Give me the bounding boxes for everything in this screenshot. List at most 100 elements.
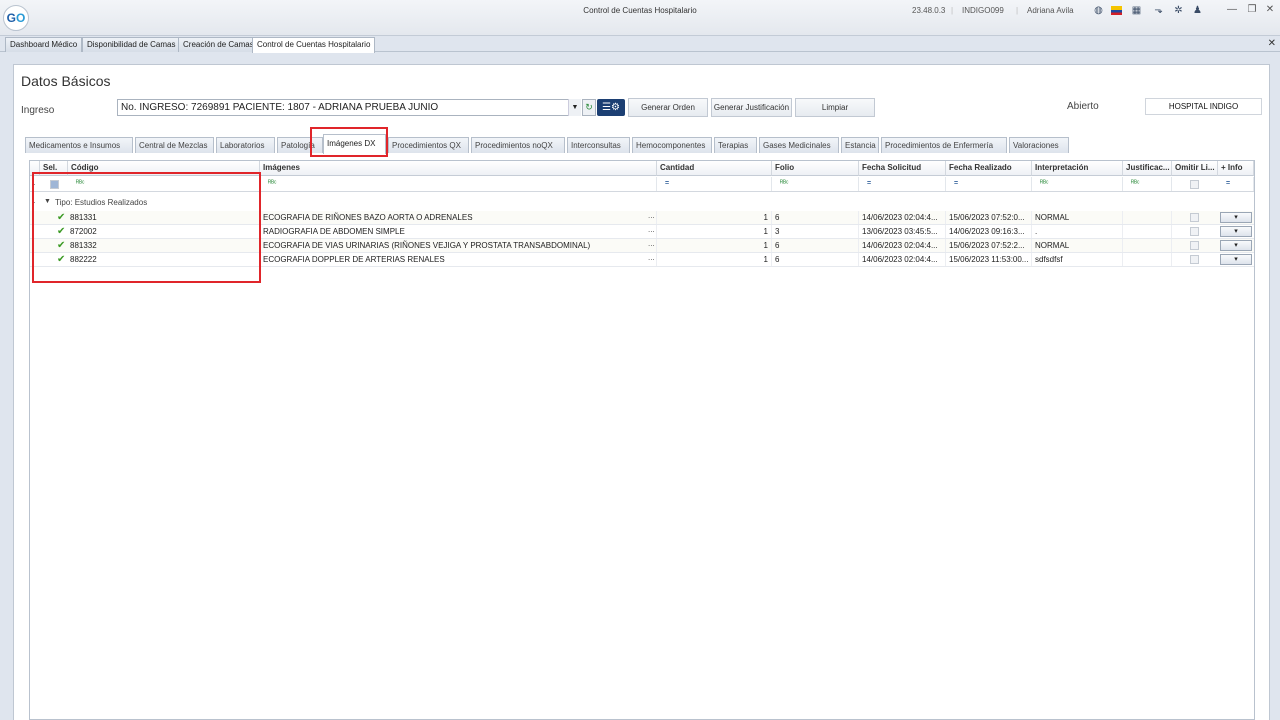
close-tab-icon[interactable]: ✕: [1268, 38, 1276, 49]
globe-icon[interactable]: ◍: [1093, 5, 1104, 16]
ellipsis-button[interactable]: ...: [648, 211, 655, 220]
generar-orden-button[interactable]: Generar Orden: [628, 98, 708, 117]
info-dropdown-button[interactable]: ▾: [1220, 226, 1252, 237]
chevron-down-icon[interactable]: ▼: [568, 99, 581, 116]
tab-estancia[interactable]: Estancia: [841, 137, 879, 153]
estado-label: Abierto: [1067, 101, 1099, 112]
filter-justificacion[interactable]: ᴿᴮᶜ: [1123, 177, 1172, 191]
select-all-checkbox[interactable]: [50, 180, 59, 189]
cell-codigo: 872002: [68, 225, 260, 238]
filter-fecha-realizado[interactable]: =: [946, 177, 1032, 191]
refresh-icon[interactable]: ↻: [582, 99, 596, 116]
filter-omitir[interactable]: [1190, 180, 1199, 189]
main-tab-bar: Dashboard Médico Disponibilidad de Camas…: [0, 36, 1280, 53]
section-title: Datos Básicos: [21, 73, 111, 89]
omitir-checkbox[interactable]: [1190, 255, 1199, 264]
tab-gases-medicinales[interactable]: Gases Medicinales: [759, 137, 839, 153]
cell-cantidad: 1: [657, 225, 772, 238]
info-dropdown-button[interactable]: ▾: [1220, 254, 1252, 265]
tab-control-cuentas[interactable]: Control de Cuentas Hospitalario: [252, 37, 376, 53]
filter-fecha-solicitud[interactable]: =: [859, 177, 946, 191]
ellipsis-button[interactable]: ...: [648, 253, 655, 262]
cell-fecha-solicitud: 14/06/2023 02:04:4...: [859, 253, 946, 266]
list-settings-button[interactable]: ☰⚙: [597, 99, 625, 116]
cell-folio: 6: [772, 211, 859, 224]
filter-imagenes[interactable]: ᴿᴮᶜ: [260, 177, 657, 191]
filter-cantidad[interactable]: =: [657, 177, 772, 191]
tab-creacion-camas[interactable]: Creación de Camas: [178, 37, 259, 52]
app-logo[interactable]: GO: [3, 5, 29, 31]
restore-icon[interactable]: ❐: [1246, 4, 1258, 16]
check-icon[interactable]: ✔: [57, 226, 65, 237]
status-user: Adriana Avila: [1027, 6, 1074, 15]
tab-valoraciones[interactable]: Valoraciones: [1009, 137, 1069, 153]
filter-interpretacion[interactable]: ᴿᴮᶜ: [1032, 177, 1123, 191]
tab-procedimientos-enfermeria[interactable]: Procedimientos de Enfermería: [881, 137, 1007, 153]
generar-justificacion-button[interactable]: Generar Justificación: [711, 98, 792, 117]
ellipsis-button[interactable]: ...: [648, 239, 655, 248]
col-imagenes[interactable]: Imágenes: [260, 161, 657, 176]
check-icon[interactable]: ✔: [57, 254, 65, 265]
col-sel[interactable]: Sel.: [40, 161, 68, 176]
cell-fecha-realizado: 15/06/2023 07:52:2...: [946, 239, 1032, 252]
table-row[interactable]: ✔ 881332 ECOGRAFIA DE VIAS URINARIAS (RIÑO…: [30, 239, 1254, 253]
col-fecha-solicitud[interactable]: Fecha Solicitud: [859, 161, 946, 176]
tab-central-mezclas[interactable]: Central de Mezclas: [135, 137, 214, 153]
col-folio[interactable]: Folio: [772, 161, 859, 176]
limpiar-button[interactable]: Limpiar: [795, 98, 875, 117]
check-icon[interactable]: ✔: [57, 240, 65, 251]
tab-laboratorios[interactable]: Laboratorios: [216, 137, 275, 153]
cell-imagen: ECOGRAFIA DE VIAS URINARIAS (RIÑONES VEJ…: [260, 239, 657, 252]
info-dropdown-button[interactable]: ▾: [1220, 212, 1252, 223]
keyboard-icon[interactable]: ▦: [1131, 5, 1142, 16]
cell-justificacion[interactable]: [1123, 225, 1172, 238]
table-row[interactable]: ✔ 881331 ECOGRAFIA DE RIÑONES BAZO AORTA O…: [30, 211, 1254, 225]
chevron-down-icon[interactable]: ▼: [44, 198, 51, 205]
group-row[interactable]: ▸ ▼ Tipo: Estudios Realizados: [30, 198, 1254, 210]
cell-interpretacion: NORMAL: [1032, 239, 1123, 252]
col-info[interactable]: + Info: [1218, 161, 1254, 176]
cell-fecha-realizado: 14/06/2023 09:16:3...: [946, 225, 1032, 238]
cell-justificacion[interactable]: [1123, 211, 1172, 224]
col-fecha-realizado[interactable]: Fecha Realizado: [946, 161, 1032, 176]
cell-interpretacion: NORMAL: [1032, 211, 1123, 224]
close-window-icon[interactable]: ✕: [1264, 4, 1276, 16]
omitir-checkbox[interactable]: [1190, 241, 1199, 250]
cell-justificacion[interactable]: [1123, 239, 1172, 252]
cell-justificacion[interactable]: [1123, 253, 1172, 266]
col-cantidad[interactable]: Cantidad: [657, 161, 772, 176]
check-icon[interactable]: ✔: [57, 212, 65, 223]
tab-dashboard-medico[interactable]: Dashboard Médico: [5, 37, 83, 52]
notification-icon[interactable]: ⬎: [1153, 5, 1164, 16]
ingreso-select[interactable]: No. INGRESO: 7269891 PACIENTE: 1807 - AD…: [117, 99, 581, 116]
col-omitir[interactable]: Omitir Li...: [1172, 161, 1218, 176]
col-interpretacion[interactable]: Interpretación: [1032, 161, 1123, 176]
users-icon[interactable]: ♟: [1192, 5, 1203, 16]
title-bar: GO Control de Cuentas Hospitalario 23.48…: [0, 0, 1280, 36]
info-dropdown-button[interactable]: ▾: [1220, 240, 1252, 251]
table-row[interactable]: ✔ 872002 RADIOGRAFIA DE ABDOMEN SIMPLE 1 3 13…: [30, 225, 1254, 239]
tab-patologia[interactable]: Patología: [277, 137, 323, 153]
tab-disponibilidad-camas[interactable]: Disponibilidad de Camas: [82, 37, 181, 52]
col-justificacion[interactable]: Justificac...: [1123, 161, 1172, 176]
tab-procedimientos-qx[interactable]: Procedimientos QX: [388, 137, 469, 153]
gear-icon[interactable]: ✲: [1173, 5, 1184, 16]
col-codigo[interactable]: Código: [68, 161, 260, 176]
tab-medicamentos[interactable]: Medicamentos e Insumos: [25, 137, 133, 153]
tab-imagenes-dx[interactable]: Imágenes DX: [323, 134, 386, 154]
omitir-checkbox[interactable]: [1190, 213, 1199, 222]
flag-icon[interactable]: [1111, 5, 1122, 16]
ellipsis-button[interactable]: ...: [648, 225, 655, 234]
filter-folio[interactable]: ᴿᴮᶜ: [772, 177, 859, 191]
tab-hemocomponentes[interactable]: Hemocomponentes: [632, 137, 712, 153]
omitir-checkbox[interactable]: [1190, 227, 1199, 236]
tab-procedimientos-noqx[interactable]: Procedimientos noQX: [471, 137, 565, 153]
ingreso-label: Ingreso: [21, 105, 55, 116]
filter-info[interactable]: =: [1218, 177, 1254, 191]
minimize-icon[interactable]: —: [1226, 4, 1238, 16]
tab-terapias[interactable]: Terapias: [714, 137, 757, 153]
cell-interpretacion: .: [1032, 225, 1123, 238]
table-row[interactable]: ✔ 882222 ECOGRAFIA DOPPLER DE ARTERIAS REN…: [30, 253, 1254, 267]
tab-interconsultas[interactable]: Interconsultas: [567, 137, 630, 153]
filter-codigo[interactable]: ᴿᴮᶜ: [68, 177, 260, 191]
